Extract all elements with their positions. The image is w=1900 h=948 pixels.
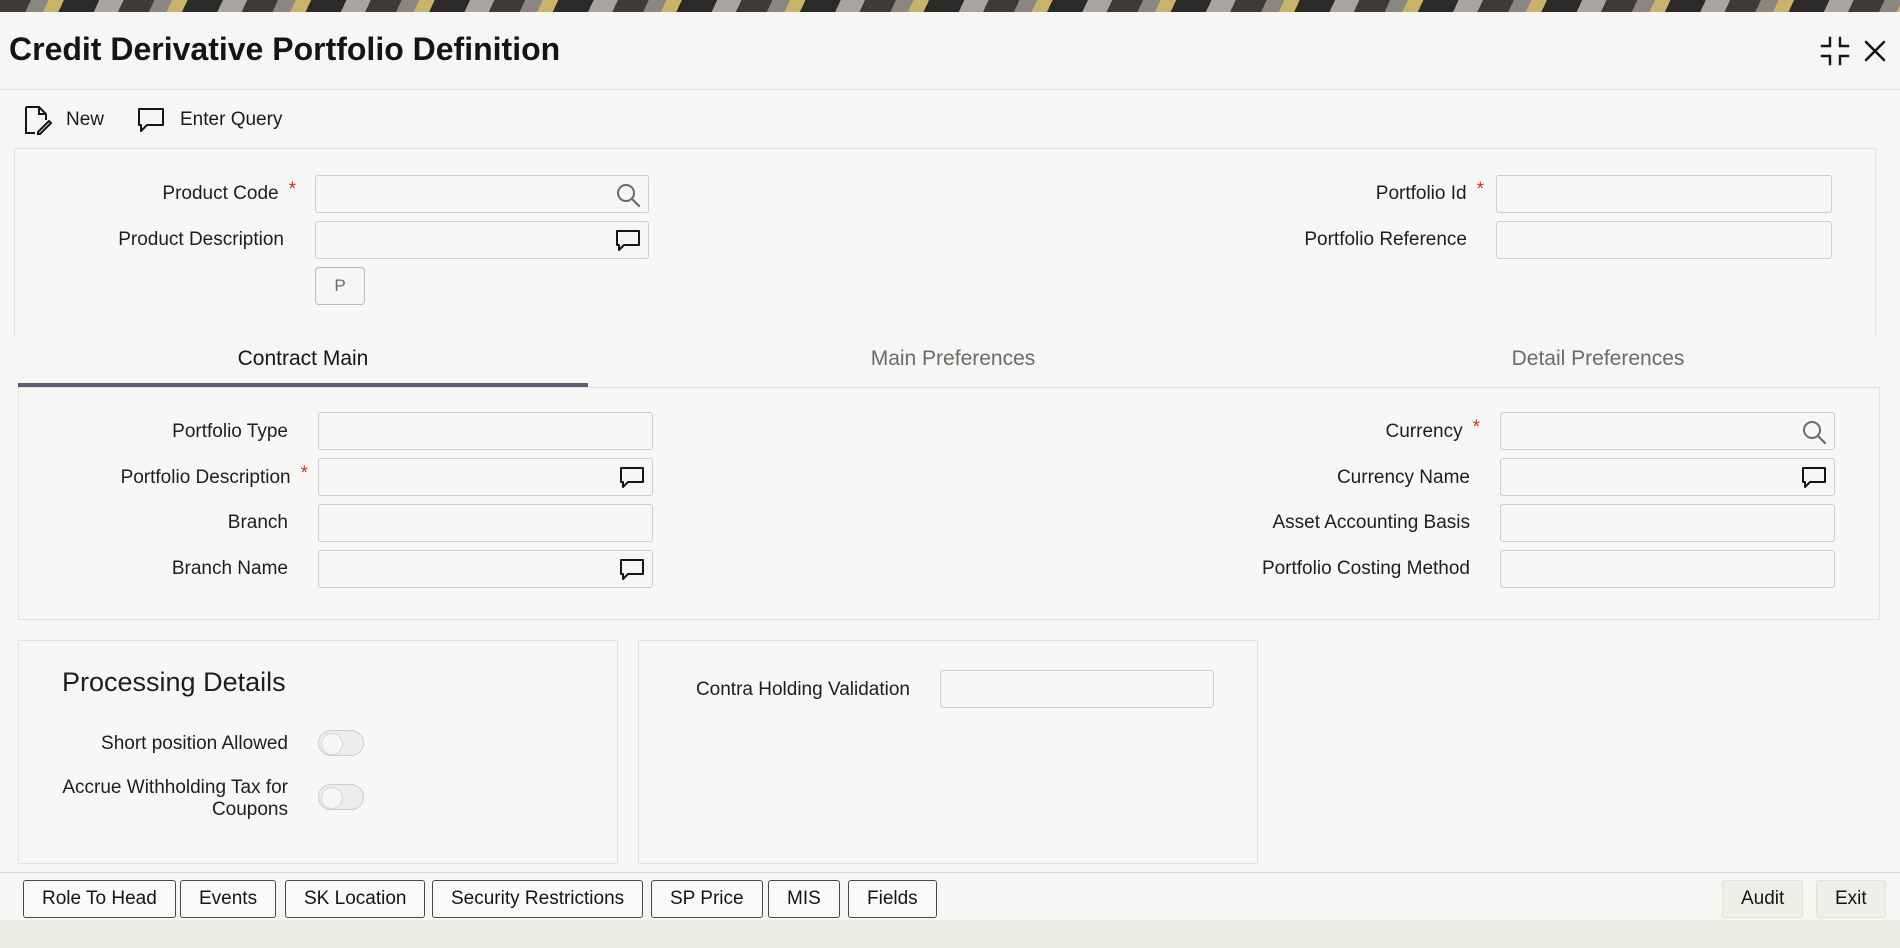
accrue-withholding-tax-label: Accrue Withholding Tax for Coupons xyxy=(62,777,288,820)
product-code-label: Product Code * xyxy=(162,179,296,204)
search-icon[interactable] xyxy=(614,181,642,209)
product-description-label: Product Description xyxy=(118,229,284,250)
close-icon[interactable] xyxy=(1858,34,1892,68)
tab-detail-preferences[interactable]: Detail Preferences xyxy=(1278,337,1900,387)
role-to-head-button[interactable]: Role To Head xyxy=(23,880,176,918)
asset-accounting-basis-label: Asset Accounting Basis xyxy=(1272,512,1471,533)
currency-input[interactable] xyxy=(1501,413,1834,449)
portfolio-id-label: Portfolio Id * xyxy=(1375,179,1484,204)
comment-icon[interactable] xyxy=(618,464,646,492)
new-button-label: New xyxy=(66,109,105,130)
processing-details-heading: Processing Details xyxy=(62,667,286,697)
exit-button[interactable]: Exit xyxy=(1816,880,1886,918)
asset-accounting-basis-input[interactable] xyxy=(1501,505,1834,541)
product-code-input[interactable] xyxy=(316,176,648,212)
toolbar: New Enter Query xyxy=(0,90,1900,148)
currency-field[interactable] xyxy=(1500,412,1835,450)
branch-name-field[interactable] xyxy=(318,550,653,588)
portfolio-id-input[interactable] xyxy=(1497,176,1831,212)
security-restrictions-button[interactable]: Security Restrictions xyxy=(432,880,644,918)
branch-label: Branch xyxy=(227,512,288,533)
comment-icon xyxy=(138,108,164,132)
window-titlebar: Credit Derivative Portfolio Definition xyxy=(0,12,1900,90)
portfolio-type-label: Portfolio Type xyxy=(172,421,288,442)
tab-main-preferences[interactable]: Main Preferences xyxy=(638,337,1268,387)
tab-contract-main[interactable]: Contract Main xyxy=(18,337,588,387)
mis-button[interactable]: MIS xyxy=(768,880,840,918)
portfolio-description-input[interactable] xyxy=(319,459,652,495)
portfolio-costing-method-field[interactable] xyxy=(1500,550,1835,588)
tab-bar: Contract Main Main Preferences Detail Pr… xyxy=(18,337,1880,387)
currency-name-field[interactable] xyxy=(1500,458,1835,496)
product-code-field[interactable] xyxy=(315,175,649,213)
footer-bar: Role To Head Events SK Location Security… xyxy=(0,872,1900,920)
branch-field[interactable] xyxy=(318,504,653,542)
comment-icon[interactable] xyxy=(1800,464,1828,492)
currency-label: Currency * xyxy=(1385,417,1480,442)
product-description-input[interactable] xyxy=(316,222,648,258)
page-title: Credit Derivative Portfolio Definition xyxy=(9,31,561,67)
sp-price-button[interactable]: SP Price xyxy=(651,880,763,918)
portfolio-type-input[interactable] xyxy=(319,413,652,449)
portfolio-reference-input[interactable] xyxy=(1497,222,1831,258)
sk-location-button[interactable]: SK Location xyxy=(285,880,426,918)
contra-holding-validation-field[interactable] xyxy=(940,670,1214,708)
portfolio-description-field[interactable] xyxy=(318,458,653,496)
portfolio-costing-method-input[interactable] xyxy=(1501,551,1834,587)
branch-input[interactable] xyxy=(319,505,652,541)
asset-accounting-basis-field[interactable] xyxy=(1500,504,1835,542)
events-button[interactable]: Events xyxy=(180,880,277,918)
header-banner xyxy=(0,0,1900,12)
contra-holding-validation-label: Contra Holding Validation xyxy=(695,679,910,700)
branch-name-label: Branch Name xyxy=(171,558,288,579)
portfolio-reference-field[interactable] xyxy=(1496,221,1832,259)
enter-query-button-label: Enter Query xyxy=(180,109,283,130)
comment-icon[interactable] xyxy=(614,227,642,255)
portfolio-type-field[interactable] xyxy=(318,412,653,450)
accrue-withholding-tax-toggle[interactable] xyxy=(318,784,364,810)
new-document-icon xyxy=(25,106,52,135)
new-button[interactable]: New xyxy=(22,102,104,138)
short-position-toggle[interactable] xyxy=(318,730,364,756)
fields-button[interactable]: Fields xyxy=(848,880,937,918)
comment-icon[interactable] xyxy=(618,556,646,584)
p-button[interactable]: P xyxy=(315,267,365,305)
short-position-label: Short position Allowed xyxy=(101,733,288,754)
currency-name-label: Currency Name xyxy=(1336,467,1470,488)
portfolio-description-label: Portfolio Description * xyxy=(120,463,308,488)
branch-name-input[interactable] xyxy=(319,551,652,587)
contra-holding-validation-input[interactable] xyxy=(941,671,1213,707)
portfolio-costing-method-label: Portfolio Costing Method xyxy=(1261,558,1470,579)
product-description-field[interactable] xyxy=(315,221,649,259)
status-strip xyxy=(0,920,1900,948)
maximize-icon[interactable] xyxy=(1818,34,1852,68)
portfolio-reference-label: Portfolio Reference xyxy=(1304,229,1467,250)
audit-button[interactable]: Audit xyxy=(1722,880,1804,918)
portfolio-id-field[interactable] xyxy=(1496,175,1832,213)
search-icon[interactable] xyxy=(1800,418,1828,446)
currency-name-input[interactable] xyxy=(1501,459,1834,495)
enter-query-button[interactable]: Enter Query xyxy=(136,102,282,138)
